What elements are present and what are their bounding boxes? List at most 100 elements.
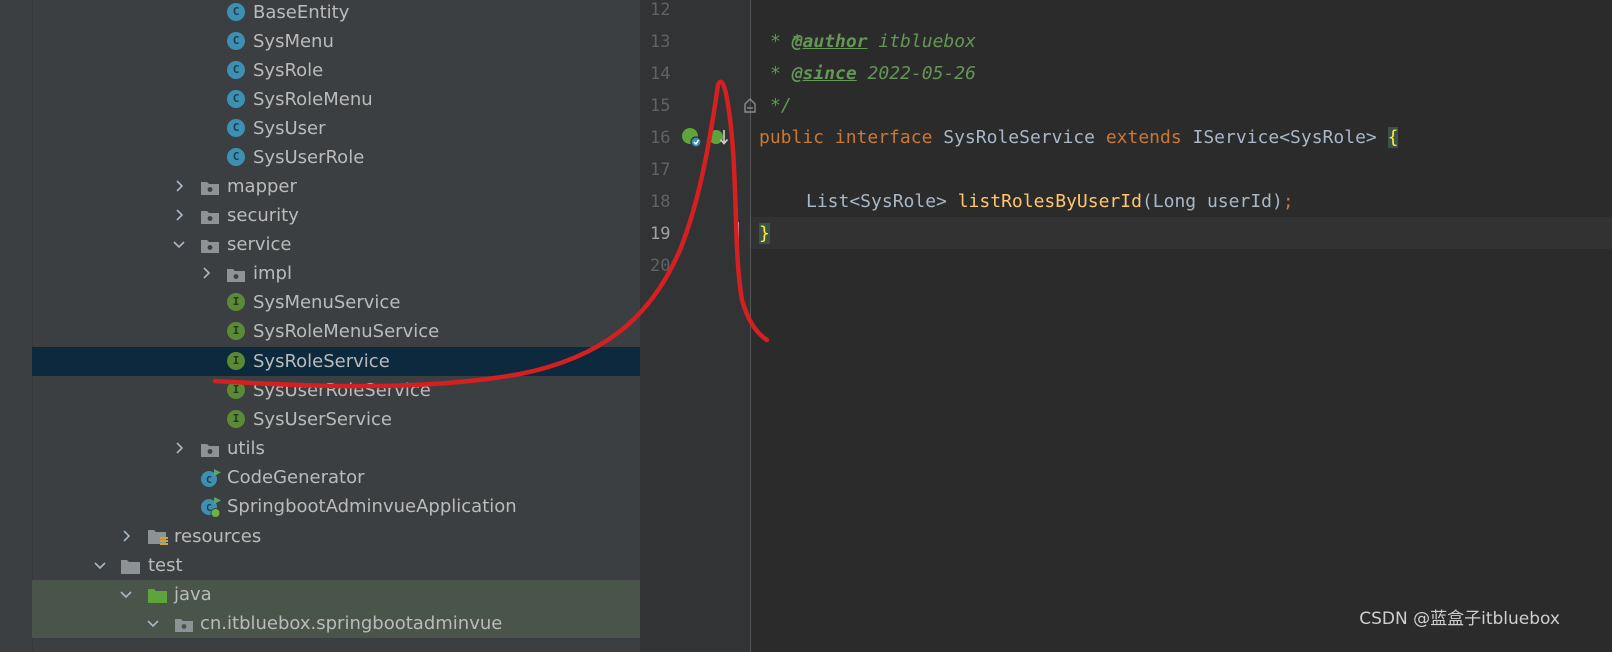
tree-item-package[interactable]: service [32, 230, 640, 259]
tree-item-label: service [227, 234, 292, 255]
tree-item-package[interactable]: impl [32, 259, 640, 288]
tree-item-label: test [148, 555, 183, 576]
tree-item-class[interactable]: C CodeGenerator [32, 463, 640, 492]
code-line-16: public interface SysRoleService extends … [759, 122, 1399, 154]
line-number: 18 [650, 192, 671, 212]
code-line-13: * @author itbluebox [770, 26, 976, 58]
interface-icon: I [227, 381, 245, 399]
tree-item-class[interactable]: C BaseEntity [32, 0, 640, 27]
doc-comment-star: * [770, 31, 792, 52]
tree-item-label: CodeGenerator [227, 467, 365, 488]
svg-text:C: C [206, 475, 212, 486]
text-cursor [737, 222, 739, 246]
line-number: 13 [650, 32, 671, 52]
line-number-current: 19 [650, 224, 671, 244]
tree-item-interface[interactable]: I SysUserService [32, 405, 640, 434]
chevron-down-icon[interactable] [92, 551, 108, 580]
doc-comment-end: */ [770, 95, 792, 116]
tree-item-class[interactable]: C SysUserRole [32, 143, 640, 172]
close-brace-matched: } [759, 223, 770, 244]
tree-item-label: mapper [227, 176, 297, 197]
chevron-down-icon[interactable] [118, 580, 134, 609]
code-line-14: * @since 2022-05-26 [770, 58, 976, 90]
code-editor[interactable] [751, 0, 1612, 652]
tree-item-test-source-folder[interactable]: java [32, 580, 640, 609]
package-folder-icon [200, 235, 219, 254]
code-line-19: } [759, 218, 770, 250]
javadoc-tag-since: @since [791, 63, 857, 84]
javadoc-tag-value: itbluebox [867, 31, 976, 52]
tree-item-package[interactable]: cn.itbluebox.springbootadminvue [32, 609, 640, 638]
keyword-extends: extends [1105, 127, 1182, 148]
tree-item-interface-selected[interactable]: I SysRoleService [32, 347, 640, 376]
tree-item-package[interactable]: utils [32, 434, 640, 463]
tree-item-package[interactable]: security [32, 201, 640, 230]
test-folder-icon [147, 585, 167, 604]
resources-folder-icon [147, 527, 168, 546]
line-number: 12 [650, 0, 671, 20]
chevron-right-icon[interactable] [118, 522, 134, 551]
tree-item-label: utils [227, 438, 265, 459]
tree-item-interface[interactable]: I SysRoleMenuService [32, 317, 640, 346]
tree-item-class[interactable]: C SysUser [32, 114, 640, 143]
line-number: 15 [650, 96, 671, 116]
code-line-18: List<SysRole> listRolesByUserId(Long use… [806, 186, 1294, 218]
project-tree: C BaseEntity C SysMenu C SysRole C SysRo… [0, 0, 640, 652]
tree-item-folder[interactable]: test [32, 551, 640, 580]
class-icon: C [227, 61, 245, 79]
tree-item-interface[interactable]: I SysUserRoleService [32, 376, 640, 405]
fold-marker-icon[interactable] [742, 97, 758, 115]
tree-item-label: SysRole [253, 60, 324, 81]
class-icon: C [227, 148, 245, 166]
tree-item-label: SysUserRole [253, 147, 365, 168]
tree-item-class[interactable]: C SysRole [32, 56, 640, 85]
spring-boot-class-icon: C [200, 497, 221, 518]
tree-item-label: SysMenu [253, 31, 334, 52]
tree-item-label: security [227, 205, 299, 226]
tree-item-class[interactable]: C SpringbootAdminvueApplication [32, 492, 640, 521]
interface-icon: I [227, 322, 245, 340]
interface-name: SysRoleService [932, 127, 1106, 148]
tree-item-label: SysRoleMenuService [253, 321, 440, 342]
tree-item-interface[interactable]: I SysMenuService [32, 288, 640, 317]
line-number: 20 [650, 256, 671, 276]
tree-item-label: SysUserRoleService [253, 380, 431, 401]
supertype: IService<SysRole> [1181, 127, 1388, 148]
chevron-right-icon[interactable] [171, 201, 187, 230]
tree-item-label: SpringbootAdminvueApplication [227, 496, 517, 517]
tree-item-label: java [174, 584, 212, 605]
javadoc-tag-author: @author [791, 31, 868, 52]
package-folder-icon [200, 206, 219, 225]
tree-item-label: resources [174, 526, 262, 547]
tree-item-folder[interactable]: resources [32, 522, 640, 551]
tree-item-label: SysMenuService [253, 292, 401, 313]
keyword-public: public [759, 127, 825, 148]
interface-icon: I [227, 293, 245, 311]
chevron-down-icon[interactable] [145, 609, 161, 638]
interface-icon: I [227, 410, 245, 428]
interface-icon: I [227, 352, 245, 370]
tree-item-class[interactable]: C SysMenu [32, 27, 640, 56]
implemented-gutter-icon[interactable] [681, 127, 703, 149]
tree-item-label: SysRoleMenu [253, 89, 373, 110]
tree-item-class[interactable]: C SysRoleMenu [32, 85, 640, 114]
runnable-class-icon: C [200, 468, 221, 487]
chevron-right-icon[interactable] [171, 434, 187, 463]
tree-item-package[interactable]: mapper [32, 172, 640, 201]
tree-item-label: SysUserService [253, 409, 393, 430]
chevron-right-icon[interactable] [198, 259, 214, 288]
method-name: listRolesByUserId [957, 191, 1142, 212]
chevron-right-icon[interactable] [171, 172, 187, 201]
tool-window-stripe [0, 0, 33, 652]
inheritor-gutter-icon[interactable] [708, 127, 730, 149]
folder-icon [120, 556, 140, 575]
semicolon: ; [1282, 191, 1294, 212]
chevron-down-icon[interactable] [171, 230, 187, 259]
class-icon: C [227, 3, 245, 21]
class-icon: C [227, 32, 245, 50]
package-folder-icon [200, 439, 219, 458]
tree-item-label: cn.itbluebox.springbootadminvue [200, 613, 503, 634]
tree-item-label: SysRoleService [253, 351, 390, 372]
package-folder-icon [200, 177, 219, 196]
open-brace-matched: { [1387, 127, 1399, 148]
